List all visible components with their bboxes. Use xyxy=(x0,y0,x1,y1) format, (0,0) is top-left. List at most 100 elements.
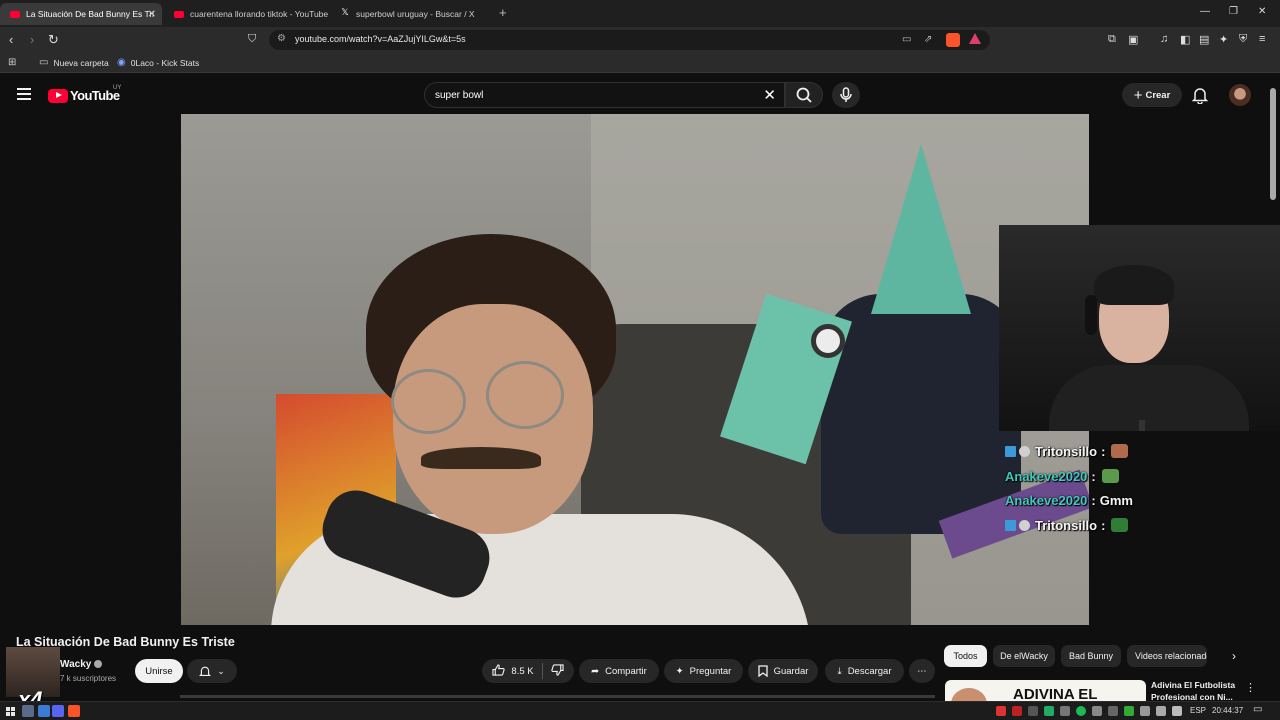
download-label: Descargar xyxy=(847,665,892,677)
share-icon[interactable]: ⇗ xyxy=(924,34,932,45)
bookmark-kick-stats[interactable]: ◉ 0Laco - Kick Stats xyxy=(117,57,199,68)
chat-text: Gmm xyxy=(1099,492,1133,508)
notifications-button[interactable] xyxy=(1191,86,1209,109)
search-input[interactable]: super bowl ✕ xyxy=(424,82,785,108)
account-avatar[interactable] xyxy=(1229,84,1251,106)
youtube-masthead: YouTube UY super bowl ✕ + Crear xyxy=(0,76,1280,114)
chip-videos-relacionados[interactable]: Videos relacionados xyxy=(1127,645,1207,667)
tray-icon[interactable] xyxy=(1124,706,1134,716)
search-icon xyxy=(796,87,812,103)
browser-toolbar: ‹ › ↻ ⛉ ⚙ youtube.com/watch?v=AaZJujYILG… xyxy=(0,27,1280,53)
emote-icon xyxy=(1111,518,1129,532)
battery-icon[interactable] xyxy=(1172,706,1182,716)
browser-tab-strip: La Situación De Bad Bunny Es Tri ✕ cuare… xyxy=(0,0,1280,27)
leo-ai-icon[interactable]: ✦ xyxy=(1219,33,1228,46)
back-icon[interactable]: ‹ xyxy=(9,32,13,47)
restore-icon[interactable]: ❐ xyxy=(1229,6,1238,17)
brave-icon[interactable] xyxy=(68,705,80,717)
more-vertical-icon[interactable]: ⋮ xyxy=(1245,681,1256,694)
taskbar-app-icon[interactable] xyxy=(22,705,34,717)
youtube-favicon-icon xyxy=(174,10,184,18)
brave-shields-icon[interactable] xyxy=(946,33,960,47)
kick-icon: ◉ xyxy=(117,57,126,68)
notifications-icon[interactable]: ▭ xyxy=(1253,704,1262,715)
close-window-icon[interactable]: ✕ xyxy=(1258,6,1266,17)
page-scrollbar[interactable] xyxy=(1270,88,1276,200)
create-button[interactable]: + Crear xyxy=(1122,83,1182,107)
network-icon[interactable] xyxy=(1140,706,1150,716)
language-indicator[interactable]: ESP xyxy=(1190,706,1206,715)
tray-icon[interactable] xyxy=(1028,706,1038,716)
chat-colon: : xyxy=(1091,468,1096,484)
tray-icon[interactable] xyxy=(1092,706,1102,716)
stream-chat-overlay: Tritonsillo : Anakeve2020 : Anakeve2020 … xyxy=(1005,420,1280,545)
more-actions-button[interactable]: ⋯ xyxy=(909,659,935,683)
cast-icon[interactable]: ▭ xyxy=(902,34,911,45)
apps-grid-icon[interactable]: ⊞ xyxy=(8,57,21,68)
reload-icon[interactable]: ↻ xyxy=(48,32,59,48)
bookmark-icon xyxy=(757,665,768,677)
chip-todos[interactable]: Todos xyxy=(944,645,987,667)
chat-username: Tritonsillo xyxy=(1035,517,1098,533)
forward-icon[interactable]: › xyxy=(30,32,34,47)
close-tab-icon[interactable]: ✕ xyxy=(148,9,156,20)
voice-search-button[interactable] xyxy=(832,82,860,108)
music-icon[interactable]: ♫ xyxy=(1160,33,1168,45)
discord-icon[interactable] xyxy=(52,705,64,717)
new-tab-button[interactable]: + xyxy=(499,5,507,20)
tray-icon[interactable] xyxy=(1012,706,1022,716)
join-button[interactable]: Unirse xyxy=(135,659,183,683)
wallet-icon[interactable]: ▤ xyxy=(1199,33,1209,46)
volume-icon[interactable] xyxy=(1156,706,1166,716)
tray-icon[interactable] xyxy=(1044,706,1054,716)
search-button[interactable] xyxy=(785,82,823,108)
spotify-icon[interactable] xyxy=(1076,706,1086,716)
tray-icon[interactable] xyxy=(1060,706,1070,716)
clock[interactable]: 20:44:37 xyxy=(1212,706,1243,715)
channel-name[interactable]: Wacky xyxy=(60,659,103,670)
microphone-icon xyxy=(840,87,852,102)
youtube-logo[interactable]: YouTube xyxy=(48,88,120,103)
video-frame-figure xyxy=(871,144,971,314)
download-button[interactable]: ⤓ Descargar xyxy=(825,659,904,683)
video-player[interactable] xyxy=(181,114,1089,625)
emote-icon xyxy=(1101,469,1119,483)
guide-menu-icon[interactable] xyxy=(17,88,31,100)
sidebar-icon[interactable]: ◧ xyxy=(1180,33,1190,46)
dislike-button[interactable] xyxy=(550,663,564,679)
chat-message: Anakeve2020 : Gmm xyxy=(1005,491,1133,509)
like-button[interactable] xyxy=(492,663,506,679)
site-info-icon[interactable]: ⚙ xyxy=(277,33,286,44)
like-dislike-group: 8.5 K xyxy=(482,659,574,683)
tray-icon[interactable] xyxy=(1108,706,1118,716)
extensions-icon[interactable]: ⧉ xyxy=(1108,33,1116,46)
tab-title: cuarentena llorando tiktok - YouTube xyxy=(190,9,329,19)
screenshot-icon[interactable]: ▣ xyxy=(1128,33,1138,46)
tab[interactable]: 𝕏 superbowl uruguay - Buscar / X xyxy=(330,3,496,25)
address-bar[interactable]: ⚙ youtube.com/watch?v=AaZJujYILGw&t=5s ▭… xyxy=(269,30,990,50)
share-button[interactable]: ➦ Compartir xyxy=(579,659,659,683)
windows-start-icon[interactable] xyxy=(6,707,15,716)
minimize-icon[interactable]: — xyxy=(1200,6,1210,17)
menu-icon[interactable]: ≡ xyxy=(1259,33,1265,45)
chevron-right-icon[interactable]: › xyxy=(1232,649,1236,663)
tray-icon[interactable] xyxy=(996,706,1006,716)
chip-label: Videos relacionados xyxy=(1135,651,1207,661)
save-button[interactable]: Guardar xyxy=(748,659,818,683)
tab-title: La Situación De Bad Bunny Es Tri xyxy=(26,9,155,19)
chat-username: Anakeve2020 xyxy=(1005,468,1088,484)
brave-rewards-icon[interactable] xyxy=(969,33,981,44)
tab-active[interactable]: La Situación De Bad Bunny Es Tri ✕ xyxy=(0,3,162,25)
clear-search-icon[interactable]: ✕ xyxy=(763,86,776,104)
divider xyxy=(541,663,543,679)
vpn-icon[interactable]: ⛨ xyxy=(1239,33,1247,46)
tab[interactable]: cuarentena llorando tiktok - YouTube xyxy=(164,3,332,25)
subscription-bell-button[interactable]: ⌄ xyxy=(187,659,237,683)
chip-de-elwacky[interactable]: De elWacky xyxy=(993,645,1055,667)
taskbar-app-icon[interactable] xyxy=(38,705,50,717)
chip-bad-bunny[interactable]: Bad Bunny xyxy=(1061,645,1121,667)
ask-button[interactable]: ✦ Preguntar xyxy=(664,659,743,683)
bookmark-nueva-carpeta[interactable]: ▭ Nueva carpeta xyxy=(39,57,109,68)
bookmark-icon[interactable]: ⛉ xyxy=(248,33,256,46)
recommended-video-title[interactable]: Adivina El Futbolista Profesional con Ni… xyxy=(1151,679,1241,703)
